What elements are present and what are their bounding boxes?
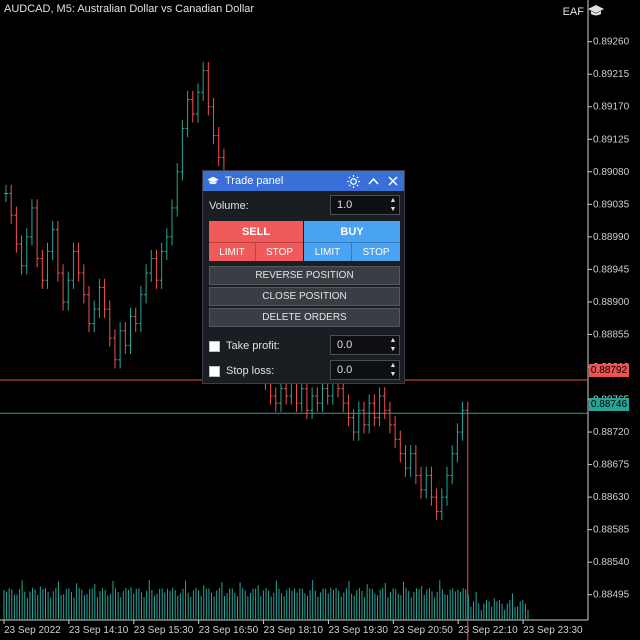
stop-loss-checkbox[interactable]: [209, 366, 220, 377]
price-tick-label: 0.88945: [593, 264, 630, 275]
time-tick-label: 23 Sep 22:10: [458, 625, 518, 636]
up-arrow-icon[interactable]: ▲: [390, 362, 397, 369]
price-tick-label: 0.88495: [593, 590, 630, 601]
time-tick-label: 23 Sep 23:30: [523, 625, 583, 636]
price-tick-label: 0.89260: [593, 37, 630, 48]
down-arrow-icon[interactable]: ▼: [390, 346, 397, 353]
time-tick-label: 23 Sep 14:10: [69, 625, 129, 636]
graduation-cap-icon[interactable]: [588, 4, 604, 18]
theme-icon[interactable]: [346, 174, 360, 188]
price-tick-label: 0.88900: [593, 297, 630, 308]
up-arrow-icon[interactable]: ▲: [390, 197, 397, 204]
price-tick-label: 0.88675: [593, 460, 630, 471]
time-tick-label: 23 Sep 2022: [4, 625, 61, 636]
take-profit-input[interactable]: [331, 338, 383, 352]
down-arrow-icon[interactable]: ▼: [390, 206, 397, 213]
trade-panel-title: Trade panel: [225, 175, 284, 187]
time-tick-label: 23 Sep 20:50: [393, 625, 453, 636]
symbol-title: AUDCAD, M5: Australian Dollar vs Canadia…: [4, 3, 255, 15]
time-tick-label: 23 Sep 16:50: [199, 625, 259, 636]
buy-button[interactable]: BUY: [304, 221, 400, 242]
price-tick-label: 0.89170: [593, 102, 630, 113]
time-tick-label: 23 Sep 18:10: [264, 625, 324, 636]
price-tick-label: 0.88990: [593, 232, 630, 243]
sell-limit-button[interactable]: LIMIT: [209, 242, 256, 261]
time-tick-label: 23 Sep 15:30: [134, 625, 194, 636]
stop-loss-input[interactable]: [331, 363, 383, 377]
graduation-cap-icon: [207, 176, 219, 185]
price-tick-label: 0.88630: [593, 492, 630, 503]
price-tick-label: 0.89125: [593, 134, 630, 145]
take-profit-stepper[interactable]: ▲▼: [330, 335, 400, 355]
price-tick-label: 0.89080: [593, 167, 630, 178]
price-tick-label: 0.88585: [593, 525, 630, 536]
volume-input[interactable]: [331, 198, 383, 212]
price-tick-label: 0.89215: [593, 69, 630, 80]
price-tick-label: 0.88540: [593, 557, 630, 568]
ask-price-tag: 0.88792: [589, 364, 629, 377]
ea-label: EAF: [562, 6, 584, 18]
price-tick-label: 0.88855: [593, 329, 630, 340]
collapse-icon[interactable]: [366, 174, 380, 188]
time-tick-label: 23 Sep 19:30: [328, 625, 388, 636]
down-arrow-icon[interactable]: ▼: [390, 371, 397, 378]
price-tick-label: 0.89035: [593, 199, 630, 210]
delete-orders-button[interactable]: DELETE ORDERS: [209, 308, 400, 327]
trade-panel[interactable]: Trade panel Volume: ▲▼ SELL BUY LIMIT ST…: [202, 170, 405, 384]
close-icon[interactable]: [386, 174, 400, 188]
price-tick-label: 0.88720: [593, 427, 630, 438]
sell-button[interactable]: SELL: [209, 221, 303, 242]
volume-stepper[interactable]: ▲▼: [330, 195, 400, 215]
bid-price-tag: 0.88746: [589, 398, 629, 411]
close-position-button[interactable]: CLOSE POSITION: [209, 287, 400, 306]
trade-panel-titlebar[interactable]: Trade panel: [203, 171, 404, 191]
buy-limit-button[interactable]: LIMIT: [304, 242, 352, 261]
sell-stop-button[interactable]: STOP: [256, 242, 303, 261]
take-profit-checkbox[interactable]: [209, 341, 220, 352]
reverse-position-button[interactable]: REVERSE POSITION: [209, 266, 400, 285]
stop-loss-stepper[interactable]: ▲▼: [330, 360, 400, 380]
buy-stop-button[interactable]: STOP: [352, 242, 400, 261]
up-arrow-icon[interactable]: ▲: [390, 337, 397, 344]
